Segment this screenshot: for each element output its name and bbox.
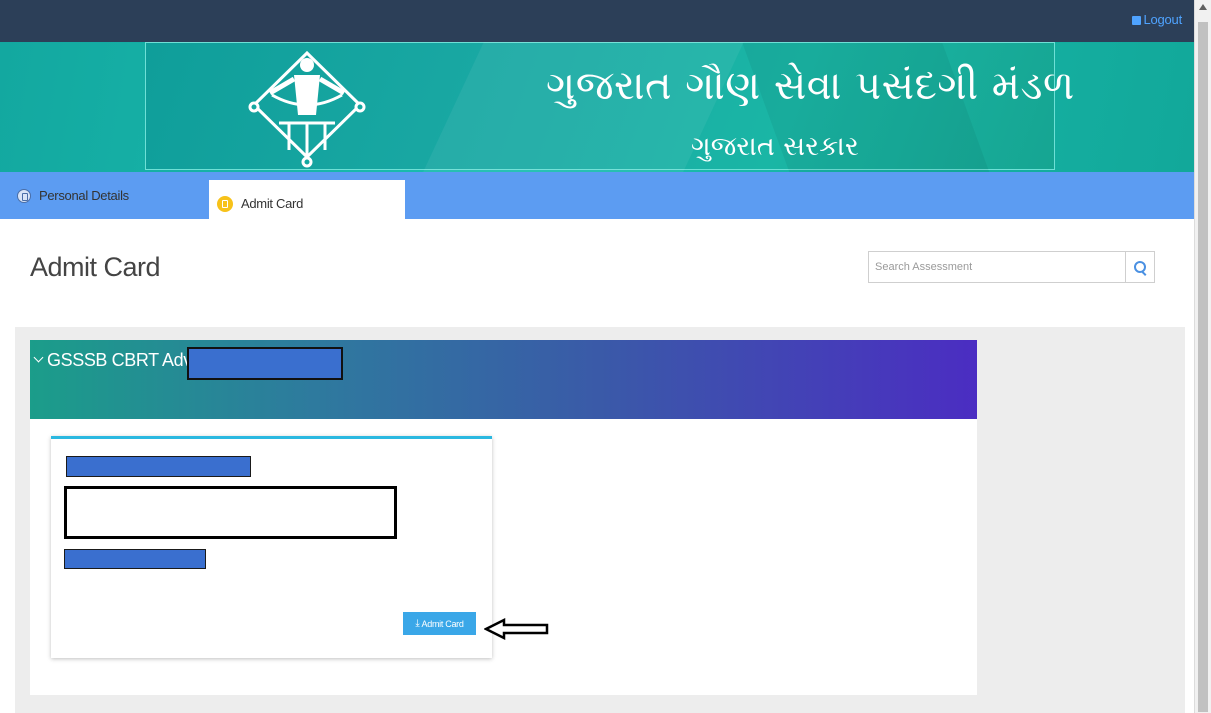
left-arrow-icon (484, 618, 549, 640)
download-icon: ⤓ (415, 618, 420, 629)
document-icon (217, 195, 233, 212)
scroll-thumb[interactable] (1198, 22, 1208, 712)
search-box (868, 251, 1155, 283)
scroll-up-arrow-icon[interactable] (1199, 4, 1207, 10)
assessment-title-row[interactable]: GSSSB CBRT Adv (33, 350, 192, 371)
sign-out-icon (1132, 16, 1142, 25)
tab-admit-card[interactable]: Admit Card (209, 180, 405, 227)
banner-subtitle: ગુજરાત સરકાર (691, 131, 859, 162)
logout-label: Logout (1143, 12, 1182, 27)
search-icon (1134, 261, 1146, 273)
admit-card-tile: ⤓ Admit Card (51, 436, 492, 658)
chevron-down-icon[interactable] (33, 352, 44, 363)
redaction-box (64, 549, 206, 569)
redaction-box (66, 456, 251, 477)
header-banner: ગુજરાત ગૌણ સેવા પસંદગી મંડળ ગુજરાત સરકાર (0, 42, 1194, 172)
vertical-scrollbar[interactable] (1194, 0, 1211, 713)
search-input[interactable] (868, 251, 1126, 283)
redaction-box (187, 347, 343, 380)
tab-label: Admit Card (241, 196, 304, 211)
tab-label: Personal Details (39, 188, 129, 203)
tab-bar: Personal Details Admit Card (0, 172, 1194, 227)
banner-title: ગુજરાત ગૌણ સેવા પસંદગી મંડળ (546, 63, 1075, 109)
gsssb-emblem-icon (248, 50, 366, 168)
banner-panel: ગુજરાત ગૌણ સેવા પસંદગી મંડળ ગુજરાત સરકાર (145, 42, 1074, 172)
assessment-title: GSSSB CBRT Adv (47, 350, 192, 370)
redaction-box (64, 486, 397, 539)
assessment-panel: GSSSB CBRT Adv ⤓ Admit Card (30, 340, 977, 695)
download-admit-card-button[interactable]: ⤓ Admit Card (403, 612, 476, 635)
logout-link[interactable]: Logout (1132, 12, 1182, 27)
assessment-header[interactable]: GSSSB CBRT Adv (30, 340, 977, 419)
tab-personal-details[interactable]: Personal Details (17, 172, 129, 219)
top-bar: Logout (0, 0, 1194, 42)
page-title: Admit Card (30, 252, 161, 282)
document-icon (17, 188, 31, 203)
download-button-label: Admit Card (421, 618, 464, 629)
search-button[interactable] (1125, 251, 1155, 283)
